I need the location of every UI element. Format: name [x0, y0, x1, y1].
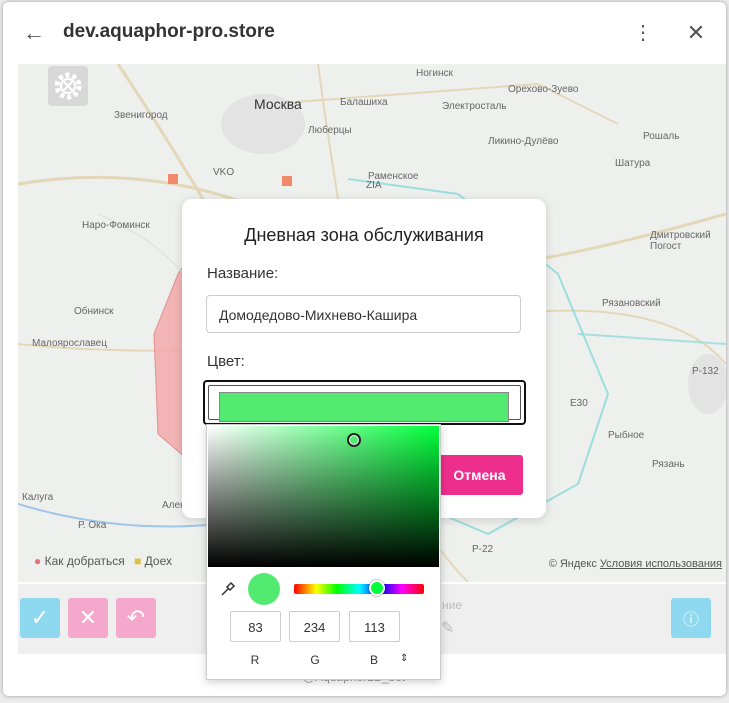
hue-slider-handle[interactable]	[369, 580, 385, 596]
name-label: Название:	[207, 265, 279, 282]
color-preview	[248, 573, 280, 605]
eyedropper-icon[interactable]	[219, 580, 237, 598]
blue-input[interactable]: 113	[349, 611, 400, 642]
color-swatch	[219, 392, 509, 422]
up-down-chevron-icon[interactable]: ⇕	[400, 653, 408, 664]
red-input[interactable]: 83	[230, 611, 281, 642]
color-field[interactable]	[203, 380, 526, 425]
saturation-value-area[interactable]	[208, 426, 439, 567]
color-label: Цвет:	[207, 353, 245, 370]
green-label: G	[310, 653, 320, 667]
color-picker-popup: 83 234 113 R G B ⇕	[206, 424, 441, 680]
red-label: R	[250, 653, 260, 667]
blue-label: B	[369, 653, 378, 667]
cancel-button[interactable]: Отмена	[436, 455, 523, 495]
hue-slider[interactable]	[294, 584, 424, 594]
modal-overlay: Дневная зона обслуживания Название: Домо…	[0, 0, 729, 703]
dialog-title: Дневная зона обслуживания	[244, 225, 484, 245]
zone-name-input[interactable]: Домодедово-Михнево-Кашира	[206, 295, 521, 333]
color-field-inner	[208, 385, 521, 422]
green-input[interactable]: 234	[289, 611, 340, 642]
saturation-value-handle[interactable]	[347, 433, 361, 447]
